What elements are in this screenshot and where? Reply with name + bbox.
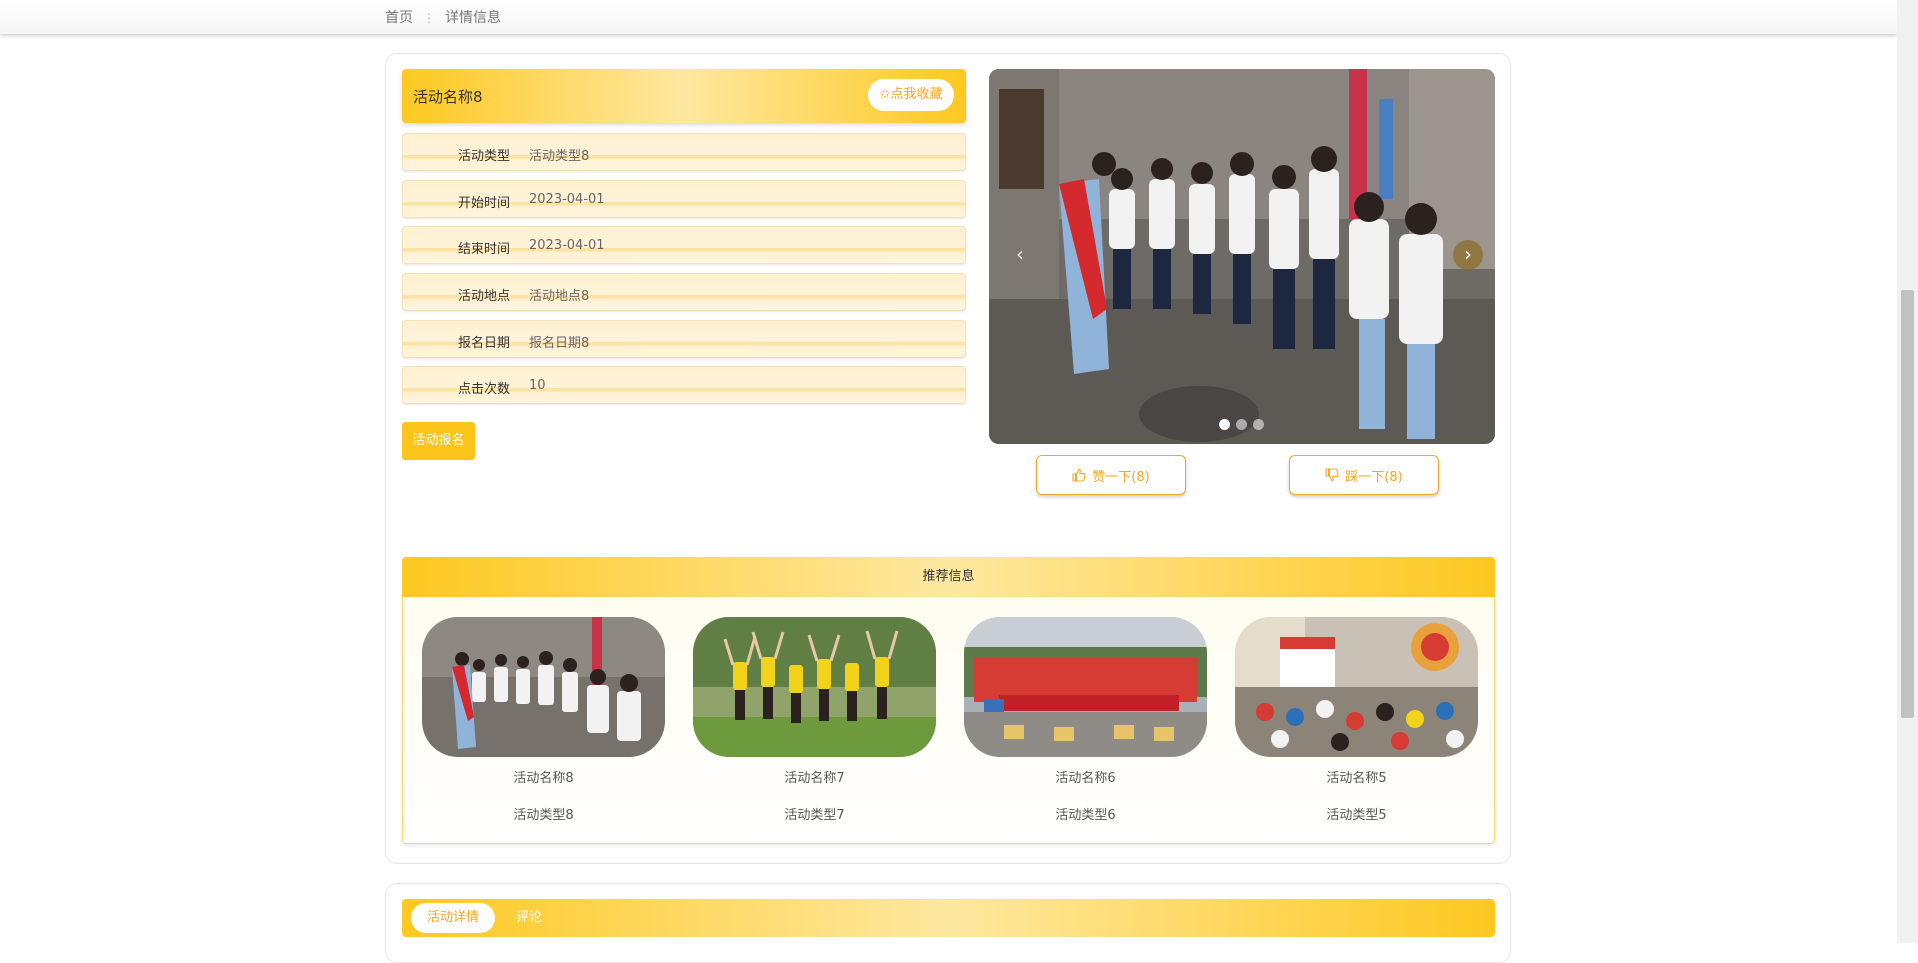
recommend-name[interactable]: 活动名称8 (422, 767, 665, 786)
signup-button[interactable]: 活动报名 (402, 422, 475, 460)
info-value: 2023-04-01 (529, 192, 605, 207)
carousel-dot[interactable] (1236, 419, 1247, 430)
info-label: 活动类型 (457, 149, 510, 164)
carousel-indicators (1219, 419, 1264, 430)
info-value: 2023-04-01 (529, 238, 605, 253)
recommend-photo-3 (964, 617, 1207, 757)
recommend-type: 活动类型5 (1326, 808, 1387, 823)
recommend-thumbnail[interactable] (422, 617, 665, 757)
recommend-photo-4 (1235, 617, 1478, 757)
detail-title-bar: 活动名称8 ✩点我收藏 (402, 69, 966, 123)
breadcrumb: 首页 ⋮ 详情信息 (385, 7, 501, 27)
info-label: 开始时间 (457, 196, 510, 211)
carousel-prev-icon[interactable]: ‹ (1005, 240, 1035, 270)
page-scrollbar[interactable] (1897, 0, 1918, 943)
recommend-item[interactable]: 活动名称8 活动类型8 (422, 617, 665, 823)
recommend-type: 活动类型6 (1055, 808, 1116, 823)
dislike-label: 踩一下(8) (1345, 469, 1403, 485)
scrollbar-thumb[interactable] (1901, 290, 1914, 718)
recommend-thumbnail[interactable] (964, 617, 1207, 757)
tab-comments[interactable]: 评论 (500, 903, 558, 933)
recommend-name[interactable]: 活动名称7 (693, 767, 936, 786)
image-carousel[interactable]: ‹ › (989, 69, 1495, 444)
carousel-photo (989, 69, 1495, 444)
info-row-location: 活动地点 活动地点8 (402, 273, 966, 311)
breadcrumb-current: 详情信息 (445, 10, 501, 26)
info-label: 活动地点 (457, 289, 510, 304)
dislike-button[interactable]: 踩一下(8) (1289, 455, 1439, 495)
carousel-next-icon[interactable]: › (1453, 240, 1483, 270)
info-value: 报名日期8 (529, 336, 590, 351)
info-label: 结束时间 (457, 242, 510, 257)
info-row-end-time: 结束时间 2023-04-01 (402, 226, 966, 264)
info-value: 10 (529, 378, 546, 393)
info-row-type: 活动类型 活动类型8 (402, 133, 966, 171)
recommend-item[interactable]: 活动名称6 活动类型6 (964, 617, 1207, 823)
carousel-dot[interactable] (1219, 419, 1230, 430)
tab-activity-details[interactable]: 活动详情 (411, 903, 496, 933)
top-bar: 首页 ⋮ 详情信息 (0, 0, 1897, 34)
info-label: 报名日期 (457, 336, 510, 351)
like-label: 赞一下(8) (1092, 469, 1150, 485)
thumbs-up-icon (1072, 468, 1086, 482)
breadcrumb-separator-icon: ⋮ (423, 11, 435, 25)
info-label: 点击次数 (457, 382, 510, 397)
recommend-thumbnail[interactable] (1235, 617, 1478, 757)
recommend-type: 活动类型7 (784, 808, 845, 823)
recommend-item[interactable]: 活动名称7 活动类型7 (693, 617, 936, 823)
tabs-bar: 活动详情 评论 (402, 899, 1495, 937)
thumbs-down-icon (1325, 468, 1339, 482)
recommend-photo-2 (693, 617, 936, 757)
info-row-start-time: 开始时间 2023-04-01 (402, 180, 966, 218)
recommend-list: 活动名称8 活动类型8 活动名称7 活动类型7 活动名称6 活动类型6 活动名称… (402, 597, 1495, 844)
recommend-thumbnail[interactable] (693, 617, 936, 757)
breadcrumb-home-link[interactable]: 首页 (385, 10, 413, 26)
info-row-click-count: 点击次数 10 (402, 366, 966, 404)
favorite-button[interactable]: ✩点我收藏 (868, 79, 954, 111)
info-value: 活动地点8 (529, 289, 590, 304)
like-button[interactable]: 赞一下(8) (1036, 455, 1186, 495)
info-value: 活动类型8 (529, 149, 590, 164)
recommend-item[interactable]: 活动名称5 活动类型5 (1235, 617, 1478, 823)
recommend-type: 活动类型8 (513, 808, 574, 823)
activity-title: 活动名称8 (413, 88, 483, 106)
recommend-header: 推荐信息 (402, 557, 1495, 597)
recommend-name[interactable]: 活动名称6 (964, 767, 1207, 786)
carousel-dot[interactable] (1253, 419, 1264, 430)
recommend-name[interactable]: 活动名称5 (1235, 767, 1478, 786)
info-row-signup-date: 报名日期 报名日期8 (402, 320, 966, 358)
recommend-photo-1 (422, 617, 665, 757)
